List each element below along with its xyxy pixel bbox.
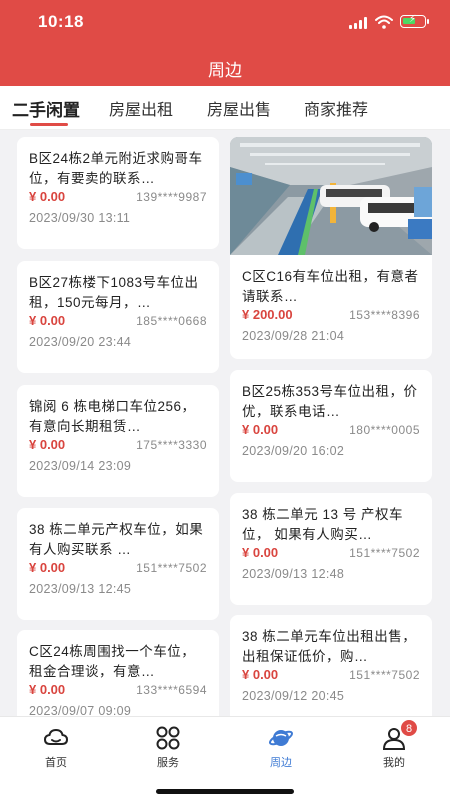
listing-phone: 175****3330 [136,438,207,452]
listing-price: ¥ 0.00 [242,545,279,560]
listing-price: ¥ 0.00 [29,682,66,697]
tab-merchant-recommend[interactable]: 商家推荐 [304,96,368,120]
listing-card[interactable]: B区24栋2单元附近求购哥车位，有要卖的联系… ¥ 0.00 139****998… [17,137,219,249]
tab-house-sale[interactable]: 房屋出售 [207,96,271,120]
tab-second-hand[interactable]: 二手闲置 [12,96,80,121]
listing-card[interactable]: C区24栋周围找一个车位，租金合理谈，有意… ¥ 0.00 133****6594… [17,630,219,716]
listing-date: 2023/09/14 23:09 [29,459,132,473]
category-tabs: 二手闲置 房屋出租 房屋出售 商家推荐 [0,86,450,130]
listing-card[interactable]: B区27栋楼下1083号车位出租，150元每月，… ¥ 0.00 185****0… [17,261,219,373]
nav-services[interactable]: 服务 [133,725,203,770]
nav-home-label: 首页 [45,757,67,769]
planet-nearby-icon [268,730,294,746]
listing-date: 2023/09/20 23:44 [29,335,132,349]
listing-phone: 133****6594 [136,683,207,697]
listing-phone: 139****9987 [136,190,207,204]
active-tab-indicator [30,123,68,126]
notification-badge: 8 [400,719,418,737]
nav-nearby-label: 周边 [270,757,292,769]
page-title: 周边 [208,61,242,80]
listing-date: 2023/09/28 21:04 [242,329,345,343]
listing-price: ¥ 0.00 [242,667,279,682]
listing-price: ¥ 0.00 [29,437,66,452]
nav-home[interactable]: 首页 [21,725,91,770]
nav-mine[interactable]: 8 我的 [359,719,429,770]
status-bar: 10:18 ⚡ [0,0,450,44]
listing-date: 2023/09/30 13:11 [29,211,131,225]
listing-date: 2023/09/13 12:48 [242,567,345,581]
listing-price: ¥ 0.00 [242,422,279,437]
nav-mine-label: 我的 [383,757,405,769]
cloud-home-icon [43,728,69,745]
listing-date: 2023/09/20 16:02 [242,444,345,458]
nav-services-label: 服务 [157,757,179,769]
listing-date: 2023/09/13 12:45 [29,582,132,596]
listing-title: 38 栋二单元产权车位，如果有人购买联系 … [29,522,204,557]
tab-house-rent[interactable]: 房屋出租 [109,96,173,120]
services-grid-icon [156,726,180,750]
status-time: 10:18 [38,12,84,31]
listing-card[interactable]: 38 栋二单元产权车位，如果有人购买联系 … ¥ 0.00 151****7502… [17,508,219,620]
home-indicator [156,789,294,794]
listing-title: 38 栋二单元车位出租出售，出租保证低价，购… [242,629,417,664]
listing-card[interactable]: 锦阅 6 栋电梯口车位256，有意向长期租赁… ¥ 0.00 175****333… [17,385,219,497]
listing-phone: 151****7502 [136,561,207,575]
listing-card[interactable]: 38 栋二单元 13 号 产权车位， 如果有人购买… ¥ 0.00 151****… [230,493,432,605]
parking-garage-photo [230,137,432,255]
app-header: 10:18 ⚡ 周边 [0,0,450,86]
listing-title: B区24栋2单元附近求购哥车位，有要卖的联系… [29,151,203,186]
nav-nearby[interactable]: 周边 [246,725,316,770]
listing-feed[interactable]: B区24栋2单元附近求购哥车位，有要卖的联系… ¥ 0.00 139****998… [0,130,450,716]
listing-phone: 153****8396 [349,308,420,322]
bottom-tab-bar: 首页 服务 周边 8 我的 [0,716,450,800]
wifi-icon [375,15,393,29]
listing-title: C区24栋周围找一个车位，租金合理谈，有意… [29,644,196,679]
cellular-signal-icon [349,17,369,29]
listing-title: 锦阅 6 栋电梯口车位256，有意向长期租赁… [29,399,196,434]
listing-date: 2023/09/07 09:09 [29,704,132,716]
listing-title: 38 栋二单元 13 号 产权车位， 如果有人购买… [242,507,404,542]
listing-phone: 151****7502 [349,546,420,560]
listing-card[interactable]: B区25栋353号车位出租，价优，联系电话… ¥ 0.00 180****0005… [230,370,432,482]
listing-title: B区25栋353号车位出租，价优，联系电话… [242,384,418,419]
listing-phone: 180****0005 [349,423,420,437]
listing-price: ¥ 0.00 [29,313,66,328]
listing-card[interactable]: C区C16有车位出租，有意者请联系… ¥ 200.00 153****8396 2… [230,137,432,359]
listing-date: 2023/09/12 20:45 [242,689,345,703]
listing-price: ¥ 0.00 [29,189,66,204]
battery-icon: ⚡ [400,14,429,28]
listing-phone: 151****7502 [349,668,420,682]
listing-card[interactable]: 38 栋二单元车位出租出售，出租保证低价，购… ¥ 0.00 151****750… [230,615,432,716]
listing-title: C区C16有车位出租，有意者请联系… [242,269,419,304]
listing-phone: 185****0668 [136,314,207,328]
listing-price: ¥ 0.00 [29,560,66,575]
listing-title: B区27栋楼下1083号车位出租，150元每月，… [29,275,199,310]
listing-price: ¥ 200.00 [242,307,293,322]
